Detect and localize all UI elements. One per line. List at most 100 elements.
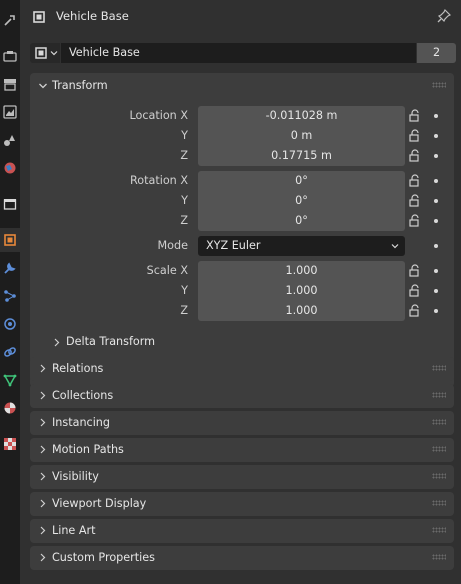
panel-title: Transform <box>52 79 108 92</box>
location-y-row: Y 0 m <box>30 126 454 146</box>
scale-x-row: Scale X 1.000 <box>30 261 454 281</box>
chevron-right-icon <box>40 553 46 562</box>
panel-title: Motion Paths <box>52 443 124 456</box>
collection-icon[interactable] <box>0 192 20 216</box>
chevron-right-icon <box>40 526 46 535</box>
drag-handle-icon[interactable] <box>432 473 446 479</box>
drag-handle-icon[interactable] <box>432 500 446 506</box>
lock-icon[interactable] <box>408 149 422 163</box>
chevron-right-icon <box>54 338 60 347</box>
keyframe-dot-icon[interactable] <box>434 269 438 273</box>
keyframe-dot-icon[interactable] <box>434 244 438 248</box>
chevron-right-icon <box>40 364 46 373</box>
rotation-label: Rotation X <box>129 174 188 187</box>
chevron-right-icon <box>40 499 46 508</box>
lock-icon[interactable] <box>408 264 422 278</box>
location-z-field[interactable]: 0.17715 m <box>198 146 405 166</box>
texture-icon[interactable] <box>0 432 20 456</box>
keyframe-dot-icon[interactable] <box>434 114 438 118</box>
drag-handle-icon[interactable] <box>432 527 446 533</box>
lock-icon[interactable] <box>408 194 422 208</box>
chevron-down-icon <box>50 51 58 56</box>
lock-icon[interactable] <box>408 129 422 143</box>
rotation-x-row: Rotation X 0° <box>30 171 454 191</box>
rotation-mode-value: XYZ Euler <box>206 239 261 252</box>
rotation-z-field[interactable]: 0° <box>198 211 405 231</box>
constraints-icon[interactable] <box>0 340 20 364</box>
rotation-x-field[interactable]: 0° <box>198 171 405 191</box>
pin-icon[interactable] <box>437 8 452 26</box>
rotation-z-label: Z <box>180 214 188 227</box>
properties-header: Vehicle Base <box>20 0 461 34</box>
location-x-row: Location X -0.011028 m <box>30 106 454 126</box>
location-label: Location X <box>129 109 188 122</box>
render-icon[interactable] <box>0 44 20 68</box>
rotation-mode-dropdown[interactable]: XYZ Euler <box>198 236 405 256</box>
motion-paths-panel-header[interactable]: Motion Paths <box>30 438 454 462</box>
drag-handle-icon[interactable] <box>432 446 446 452</box>
delta-transform-subpanel-header[interactable]: Delta Transform <box>30 332 454 352</box>
transform-panel-header[interactable]: Transform <box>30 73 454 99</box>
drag-handle-icon[interactable] <box>432 365 446 371</box>
mode-label: Mode <box>157 239 188 252</box>
delta-transform-title: Delta Transform <box>66 335 156 348</box>
panel-title: Collections <box>52 389 114 402</box>
output-icon[interactable] <box>0 72 20 96</box>
keyframe-dot-icon[interactable] <box>434 289 438 293</box>
user-count-badge[interactable]: 2 <box>417 43 456 63</box>
datablock-name-field[interactable]: Vehicle Base <box>61 43 416 63</box>
keyframe-dot-icon[interactable] <box>434 219 438 223</box>
lock-icon[interactable] <box>408 174 422 188</box>
relations-panel-header[interactable]: Relations <box>30 357 454 381</box>
drag-handle-icon[interactable] <box>432 554 446 560</box>
physics-icon[interactable] <box>0 312 20 336</box>
line-art-panel-header[interactable]: Line Art <box>30 519 454 543</box>
drag-handle-icon[interactable] <box>432 82 446 88</box>
datablock-browse-button[interactable] <box>30 43 60 63</box>
custom-properties-panel-header[interactable]: Custom Properties <box>30 546 454 570</box>
lock-icon[interactable] <box>408 304 422 318</box>
lock-icon[interactable] <box>408 214 422 228</box>
world-icon[interactable] <box>0 156 20 180</box>
drag-handle-icon[interactable] <box>432 419 446 425</box>
rotation-y-field[interactable]: 0° <box>198 191 405 211</box>
panel-title: Relations <box>52 362 104 375</box>
collections-panel-header[interactable]: Collections <box>30 384 454 408</box>
lock-icon[interactable] <box>408 284 422 298</box>
keyframe-dot-icon[interactable] <box>434 154 438 158</box>
viewport-display-panel-header[interactable]: Viewport Display <box>30 492 454 516</box>
scale-z-row: Z 1.000 <box>30 301 454 321</box>
keyframe-dot-icon[interactable] <box>434 134 438 138</box>
keyframe-dot-icon[interactable] <box>434 309 438 313</box>
object-icon <box>35 47 47 59</box>
scale-x-field[interactable]: 1.000 <box>198 261 405 281</box>
rotation-y-label: Y <box>181 194 188 207</box>
particles-icon[interactable] <box>0 284 20 308</box>
panel-title: Line Art <box>52 524 96 537</box>
object-icon[interactable] <box>0 228 20 252</box>
scene-icon[interactable] <box>0 128 20 152</box>
location-y-field[interactable]: 0 m <box>198 126 405 146</box>
chevron-right-icon <box>40 418 46 427</box>
location-y-label: Y <box>181 129 188 142</box>
scale-z-field[interactable]: 1.000 <box>198 301 405 321</box>
location-x-field[interactable]: -0.011028 m <box>198 106 405 126</box>
panel-title: Visibility <box>52 470 99 483</box>
visibility-panel-header[interactable]: Visibility <box>30 465 454 489</box>
scale-y-field[interactable]: 1.000 <box>198 281 405 301</box>
instancing-panel-header[interactable]: Instancing <box>30 411 454 435</box>
chevron-right-icon <box>40 445 46 454</box>
modifier-icon[interactable] <box>0 256 20 280</box>
view-layer-icon[interactable] <box>0 100 20 124</box>
rotation-y-row: Y 0° <box>30 191 454 211</box>
panel-title: Instancing <box>52 416 111 429</box>
scale-y-label: Y <box>181 284 188 297</box>
drag-handle-icon[interactable] <box>432 392 446 398</box>
material-icon[interactable] <box>0 396 20 420</box>
lock-icon[interactable] <box>408 109 422 123</box>
keyframe-dot-icon[interactable] <box>434 199 438 203</box>
tool-icon[interactable] <box>0 8 20 32</box>
object-icon <box>32 10 46 27</box>
data-icon[interactable] <box>0 368 20 392</box>
keyframe-dot-icon[interactable] <box>434 179 438 183</box>
